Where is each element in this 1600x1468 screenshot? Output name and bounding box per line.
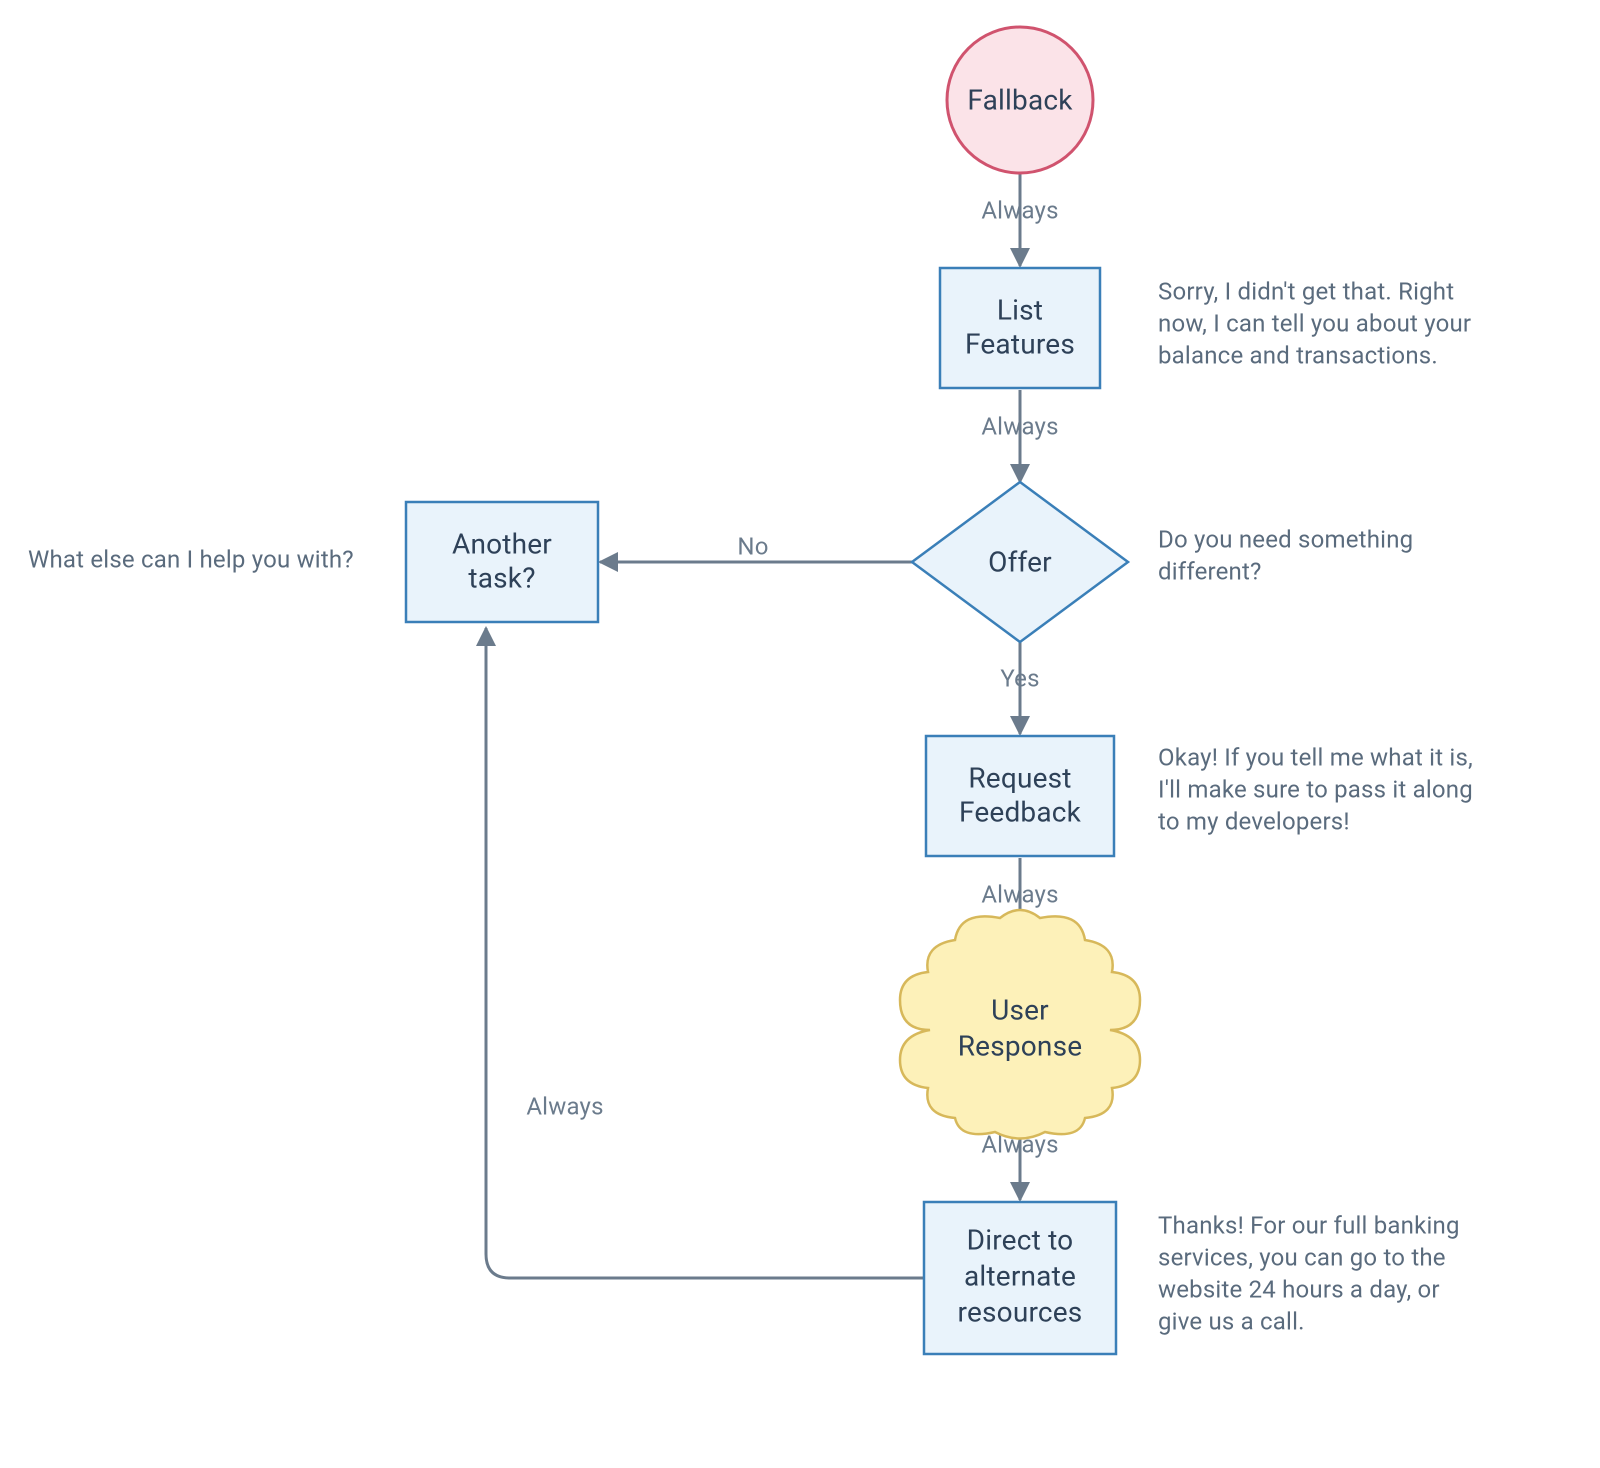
svg-text:balance and transactions.: balance and transactions.	[1158, 342, 1438, 370]
flowchart-canvas: Always Always No Yes Always Always Alway…	[0, 0, 1600, 1468]
edge-offer-no: No	[600, 532, 912, 562]
svg-text:Fallback: Fallback	[967, 83, 1073, 116]
svg-text:Okay! If you tell me what it i: Okay! If you tell me what it is,	[1158, 744, 1473, 772]
node-offer: Offer	[912, 482, 1128, 642]
note-another-task: What else can I help you with?	[28, 546, 354, 574]
note-offer: Do you need something different?	[1158, 526, 1413, 586]
svg-text:services, you can go to the: services, you can go to the	[1158, 1244, 1446, 1272]
svg-text:Another: Another	[452, 527, 552, 560]
node-direct-alternate: Direct to alternate resources	[924, 1202, 1116, 1354]
svg-text:Always: Always	[981, 196, 1058, 224]
edge-direct-to-another: Always	[486, 628, 923, 1278]
svg-text:Direct to: Direct to	[967, 1223, 1074, 1256]
node-fallback: Fallback	[947, 27, 1093, 173]
note-request-feedback: Okay! If you tell me what it is, I'll ma…	[1158, 744, 1473, 836]
svg-text:Sorry, I didn't get that. Righ: Sorry, I didn't get that. Right	[1158, 278, 1454, 306]
svg-text:Always: Always	[526, 1092, 603, 1120]
svg-text:I'll make sure to pass it alon: I'll make sure to pass it along	[1158, 776, 1473, 804]
svg-text:resources: resources	[958, 1295, 1083, 1328]
svg-text:Offer: Offer	[988, 545, 1052, 578]
svg-text:Thanks! For our full banking: Thanks! For our full banking	[1158, 1212, 1460, 1240]
svg-text:No: No	[737, 532, 768, 560]
svg-text:website 24 hours a day, or: website 24 hours a day, or	[1158, 1276, 1440, 1304]
svg-text:List: List	[997, 293, 1043, 326]
svg-text:Feedback: Feedback	[959, 795, 1082, 828]
edge-fallback-to-list: Always	[981, 173, 1058, 266]
svg-text:give us a call.: give us a call.	[1158, 1308, 1305, 1336]
svg-text:task?: task?	[468, 561, 535, 594]
svg-text:Always: Always	[981, 412, 1058, 440]
edge-list-to-offer: Always	[981, 390, 1058, 482]
svg-text:now, I can tell you about your: now, I can tell you about your	[1158, 310, 1471, 338]
edge-offer-yes: Yes	[1000, 642, 1039, 734]
node-another-task: Another task?	[406, 502, 598, 622]
node-user-response: User Response	[900, 910, 1140, 1139]
svg-text:to my developers!: to my developers!	[1158, 808, 1350, 836]
svg-text:Do you need something: Do you need something	[1158, 526, 1413, 554]
svg-text:Yes: Yes	[1000, 664, 1039, 692]
note-list-features: Sorry, I didn't get that. Right now, I c…	[1158, 278, 1471, 370]
svg-text:Always: Always	[981, 880, 1058, 908]
svg-text:Features: Features	[965, 327, 1075, 360]
node-request-feedback: Request Feedback	[926, 736, 1114, 856]
note-direct: Thanks! For our full banking services, y…	[1158, 1212, 1460, 1336]
svg-text:Request: Request	[968, 761, 1071, 794]
svg-text:User: User	[991, 993, 1049, 1026]
svg-text:What else can I help you with?: What else can I help you with?	[28, 546, 354, 574]
svg-text:different?: different?	[1158, 558, 1262, 586]
node-list-features: List Features	[940, 268, 1100, 388]
svg-text:alternate: alternate	[964, 1259, 1076, 1292]
svg-text:Response: Response	[958, 1029, 1083, 1062]
